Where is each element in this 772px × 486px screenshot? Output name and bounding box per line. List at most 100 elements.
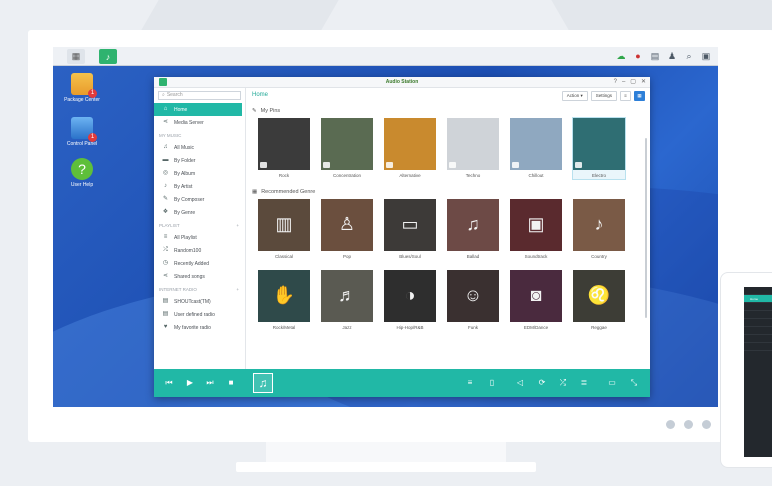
sidebar-item-by-artist[interactable]: ♪ By Artist	[154, 180, 245, 193]
sidebar-item-label: Home	[174, 106, 188, 113]
pin-tile[interactable]: Techno	[447, 118, 499, 179]
phone-list-item[interactable]	[744, 311, 772, 319]
shuffle-icon[interactable]: ⤮	[557, 377, 569, 389]
previous-icon[interactable]: ⏮	[163, 377, 175, 389]
background-shape	[141, 0, 339, 30]
mini-player-icon[interactable]: ▭	[606, 377, 618, 389]
desktop-icon-label: Package Center	[64, 97, 100, 103]
sidebar-item-random100[interactable]: ⤮ Random100	[154, 244, 245, 257]
list-view-icon[interactable]: ≡	[620, 91, 631, 101]
genre-tile[interactable]: ♫ Ballad	[447, 199, 499, 260]
genre-tile[interactable]: ✋ Rock/Metal	[258, 270, 310, 331]
sidebar-item-recently-added[interactable]: ◷ Recently Added	[154, 257, 245, 270]
carousel-dot[interactable]	[684, 420, 693, 429]
sidebar-item-by-album[interactable]: ◎ By Album	[154, 167, 245, 180]
folder-icon	[260, 162, 267, 168]
sidebar-item-shoutcast[interactable]: ▤ SHOUTcast(TM)	[154, 295, 245, 308]
sidebar-item-label: By Composer	[174, 196, 205, 203]
guitar-icon: ♪	[594, 214, 604, 234]
sunglasses-icon: ◑	[404, 285, 416, 305]
tile-label: Country	[591, 254, 607, 259]
sidebar-item-shared-songs[interactable]: ⋖ Shared songs	[154, 270, 245, 283]
close-button[interactable]: ✕	[641, 77, 646, 88]
genre-tile[interactable]: ◙ EDM/Dance	[510, 270, 562, 331]
chat-icon[interactable]: ▤	[649, 50, 661, 62]
cover-art: ▭	[384, 199, 436, 251]
genre-tile[interactable]: ▥ Classical	[258, 199, 310, 260]
now-playing-cover-icon[interactable]: ♫	[253, 373, 273, 393]
sidebar-item-by-composer[interactable]: ✎ By Composer	[154, 193, 245, 206]
genre-icon: ❖	[162, 209, 169, 215]
phone-list-item[interactable]	[744, 335, 772, 343]
phone-list-item[interactable]	[744, 343, 772, 351]
window-title: Audio Station	[385, 79, 419, 85]
sidebar-item-by-genre[interactable]: ❖ By Genre	[154, 206, 245, 219]
collapse-icon[interactable]: ⤡	[628, 377, 640, 389]
desktop-icon-label: User Help	[70, 182, 94, 188]
cloud-icon[interactable]: ☁	[615, 50, 627, 62]
phone-list-item[interactable]	[744, 319, 772, 327]
phone-list-item[interactable]	[744, 303, 772, 311]
genre-tile[interactable]: ▭ Blues/Soul	[384, 199, 436, 260]
repeat-icon[interactable]: ⟳	[536, 377, 548, 389]
sidebar-item-media-server[interactable]: ⋖ Media Server	[154, 116, 245, 129]
sidebar-item-by-folder[interactable]: ▬ By Folder	[154, 154, 245, 167]
sidebar-item-all-music[interactable]: ♫ All Music	[154, 141, 245, 154]
notification-icon[interactable]: ●	[632, 50, 644, 62]
genre-tile[interactable]: ♬ Jazz	[321, 270, 373, 331]
genre-tile[interactable]: ◑ Hip-Hop/R&B	[384, 270, 436, 331]
pin-tile[interactable]: Alternative	[384, 118, 436, 179]
tile-label: Techno	[465, 173, 481, 178]
carousel-dot[interactable]	[702, 420, 711, 429]
settings-button[interactable]: Settings	[590, 91, 617, 101]
desktop-icon-package-center[interactable]: 1 Package Center	[57, 73, 107, 103]
sidebar-item-user-defined-radio[interactable]: ▤ User defined radio	[154, 308, 245, 321]
search-input[interactable]: ⌕ Search	[158, 91, 241, 100]
scrollbar[interactable]	[645, 138, 647, 318]
next-icon[interactable]: ⏭	[204, 377, 216, 389]
search-icon[interactable]: ⌕	[683, 50, 695, 62]
main-menu-button[interactable]: ▦	[67, 49, 85, 64]
action-dropdown[interactable]: Action ▾	[561, 91, 588, 101]
lyrics-icon[interactable]: ▯	[486, 377, 498, 389]
pin-tile[interactable]: Chillout	[510, 118, 562, 179]
phone-list-item[interactable]	[744, 287, 772, 295]
add-radio-icon[interactable]: +	[236, 287, 239, 292]
cover-art	[447, 118, 499, 170]
phone-frame: Home	[720, 272, 772, 468]
phone-list-item[interactable]: Home	[744, 295, 772, 303]
tile-label: Pop	[342, 254, 351, 259]
volume-icon[interactable]: ◁	[514, 377, 526, 389]
carousel-dot[interactable]	[666, 420, 675, 429]
pin-tile[interactable]: Electro	[572, 117, 626, 180]
desktop-icon-control-panel[interactable]: 1 Control Panel	[57, 117, 107, 147]
sidebar-item-all-playlist[interactable]: ≡ All Playlist	[154, 231, 245, 244]
help-button[interactable]: ?	[614, 77, 617, 88]
minimize-button[interactable]: –	[622, 77, 625, 88]
genre-tile[interactable]: ♙ Pop	[321, 199, 373, 260]
grid-view-icon[interactable]: ▦	[634, 91, 645, 101]
phone-list-item[interactable]	[744, 327, 772, 335]
window-titlebar[interactable]: Audio Station ? – ▢ ✕	[154, 77, 650, 88]
sidebar-item-favorite-radio[interactable]: ♥ My favorite radio	[154, 321, 245, 334]
sidebar-item-home[interactable]: ⌂ Home	[154, 103, 242, 116]
maximize-button[interactable]: ▢	[630, 77, 636, 88]
genre-tile[interactable]: ▣ Soundtrack	[510, 199, 562, 260]
desktop-icon-user-help[interactable]: ? User Help	[57, 158, 107, 188]
genre-tile[interactable]: ☺ Funk	[447, 270, 499, 331]
genre-tile[interactable]: ♌ Reggae	[573, 270, 625, 331]
genres-grid-row: ✋ Rock/Metal ♬ Jazz ◑ Hip-Hop/R&B ☺ Funk ◙ EDM/Da…	[247, 270, 650, 331]
play-queue-icon[interactable]: ≡	[464, 377, 476, 389]
sidebar-item-label: User defined radio	[174, 311, 215, 318]
pin-tile[interactable]: Rock	[258, 118, 310, 179]
share-icon: ⋖	[162, 119, 169, 125]
widgets-icon[interactable]: ▣	[700, 50, 712, 62]
user-icon[interactable]: ♟	[666, 50, 678, 62]
stop-icon[interactable]: ■	[225, 377, 237, 389]
genre-tile[interactable]: ♪ Country	[573, 199, 625, 260]
audio-station-taskbar-button[interactable]: ♪	[99, 49, 117, 64]
add-playlist-icon[interactable]: +	[236, 223, 239, 228]
play-icon[interactable]: ▶	[184, 377, 196, 389]
pin-tile[interactable]: Concentration	[321, 118, 373, 179]
equalizer-icon[interactable]: ≣	[578, 377, 590, 389]
